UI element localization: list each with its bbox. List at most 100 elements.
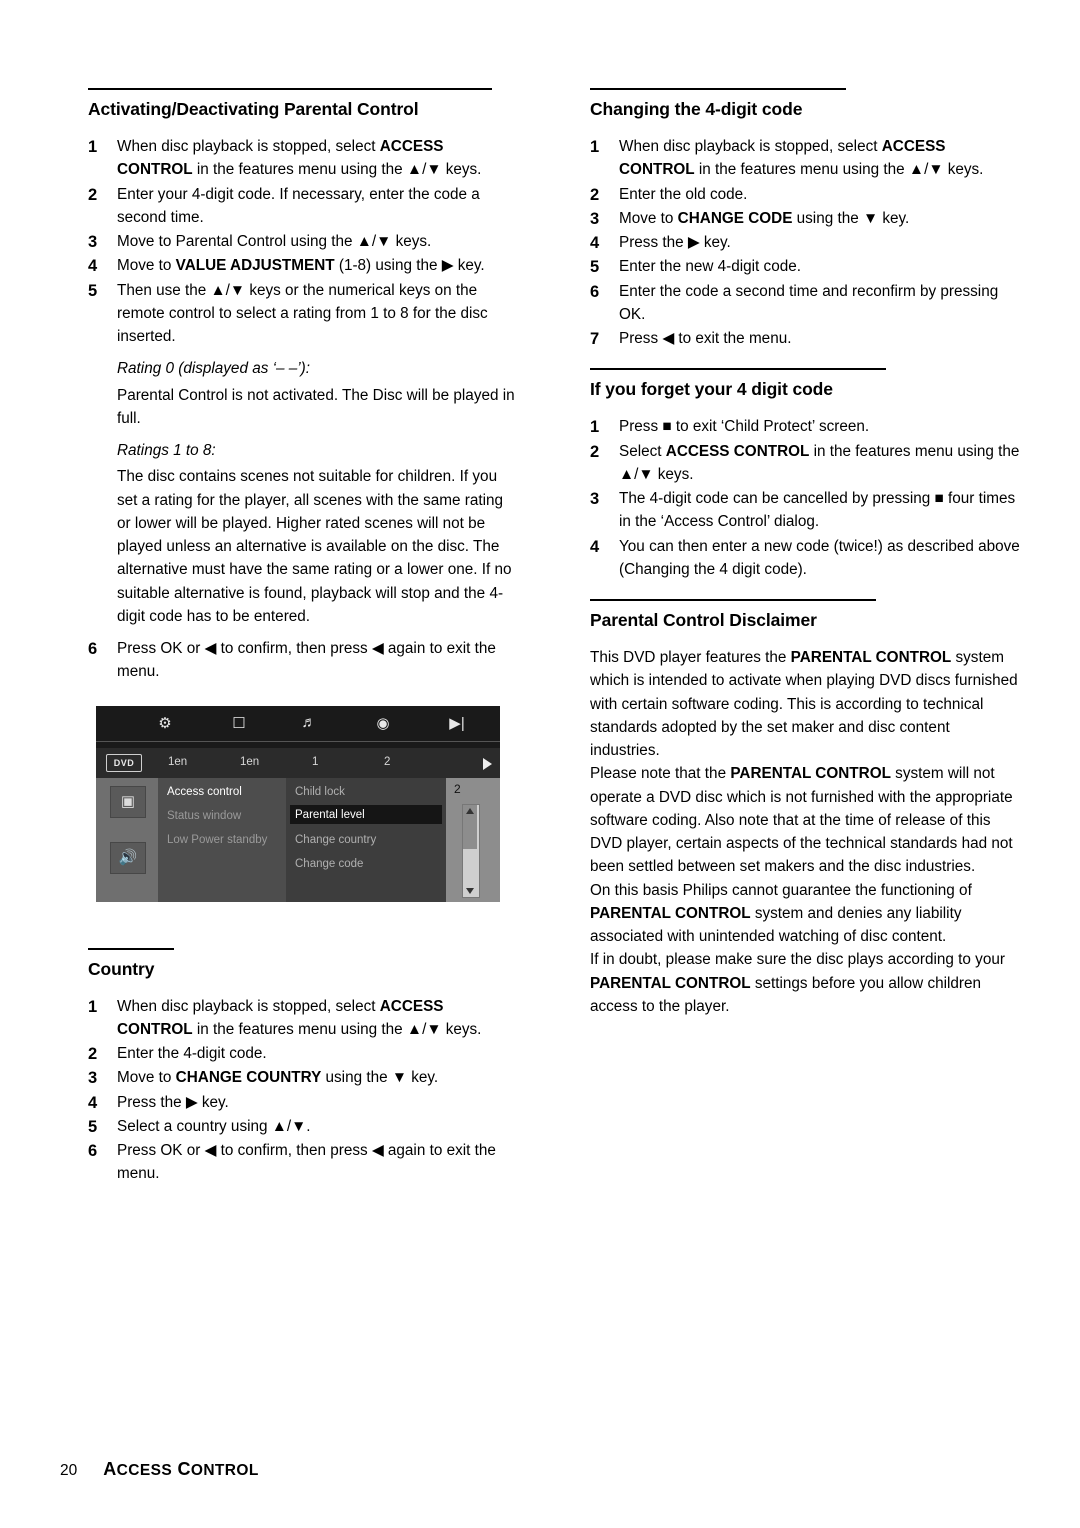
osd-menu-item-status-window[interactable]: Status window [167,810,241,822]
step-text: Press the ▶ key. [117,1093,229,1111]
step-text: Move to CHANGE CODE using the ▼ key. [619,209,910,227]
list-item: 1 Press ■ to exit ‘Child Protect’ screen. [590,415,1020,438]
disclaimer-paragraph: This DVD player features the PARENTAL CO… [590,649,1018,759]
step-text: Enter your 4-digit code. If necessary, e… [117,185,480,226]
section-rule [88,947,174,950]
step-text: Press ■ to exit ‘Child Protect’ screen. [619,418,870,436]
step-text: Then use the ▲/▼ keys or the numerical k… [117,281,488,346]
step-text: Move to Parental Control using the ▲/▼ k… [117,233,432,250]
steps-activating: 1 When disc playback is stopped, select A… [88,135,518,348]
osd-right-arrow-icon [483,757,492,770]
list-item: 1 When disc playback is stopped, select A… [88,995,518,1042]
disclaimer-paragraph: Please note that the PARENTAL CONTROL sy… [590,765,1013,876]
steps-changing-code: 1 When disc playback is stopped, select A… [590,135,1020,350]
step-number: 6 [88,640,98,658]
osd-sub-bar: 1en 1en 1 2 [96,747,500,778]
list-item: 6 Press OK or ◀ to confirm, then press ◀ … [88,637,518,684]
osd-sound-icon[interactable]: 🔊 [110,841,146,874]
page-footer: 20 ACCESS CONTROL [60,1459,259,1480]
step-text: Press the ▶ key. [619,234,731,251]
osd-scrollbar[interactable] [462,803,480,898]
list-item: 6 Press OK or ◀ to confirm, then press ◀ … [88,1139,518,1186]
osd-submenu-item-parental-level[interactable]: Parental level [295,809,365,821]
step-text: The 4-digit code can be cancelled by pre… [619,490,1016,531]
steps-activating-final: 6 Press OK or ◀ to confirm, then press ◀ … [88,637,518,684]
list-item: 3 Move to Parental Control using the ▲/▼ … [88,230,518,253]
osd-submenu-column: Child lock Parental level Change country… [286,777,446,902]
step-number: 5 [590,258,600,277]
page-number: 20 [60,1462,78,1479]
step-number: 7 [590,330,600,348]
step-text: Enter the code a second time and reconfi… [619,282,999,323]
list-item: 1 When disc playback is stopped, select A… [590,135,1020,182]
list-item: 3 Move to CHANGE COUNTRY using the ▼ key. [88,1066,518,1089]
section-rule [590,368,886,371]
footer-title-part: CCESS [116,1462,173,1479]
section-heading-disclaimer: Parental Control Disclaimer [590,610,817,630]
step-text: Press OK or ◀ to confirm, then press ◀ a… [117,640,496,681]
steps-country: 1 When disc playback is stopped, select A… [88,995,518,1186]
osd-picture-icon[interactable]: ▣ [110,785,146,818]
list-item: 5 Then use the ▲/▼ keys or the numerical … [88,279,518,349]
step-number: 1 [590,138,600,156]
step-number: 4 [88,257,98,276]
step-number: 4 [590,537,600,556]
osd-menu-item-low-power-standby[interactable]: Low Power standby [167,834,267,846]
step-number: 2 [88,185,98,204]
list-item: 4 You can then enter a new code (twice!) … [590,535,1020,582]
osd-sub-label: 1en [240,755,260,768]
step-number: 5 [88,281,98,300]
note-rating0-label: Rating 0 (displayed as ‘– –’): [117,360,311,378]
step-number: 1 [88,138,98,156]
section-heading-activating: Activating/Deactivating Parental Control [88,99,419,119]
step-number: 4 [88,1093,98,1112]
audio-icon: ♬ [301,713,317,731]
step-text: When disc playback is stopped, select AC… [117,997,482,1038]
list-item: 3 Move to CHANGE CODE using the ▼ key. [590,207,1020,230]
step-number: 3 [590,490,600,508]
steps-forgot-code: 1 Press ■ to exit ‘Child Protect’ screen.… [590,415,1020,581]
disclaimer-paragraph: On this basis Philips cannot guarantee t… [590,881,972,946]
osd-sub-label: 1 [312,755,319,768]
osd-submenu-item-change-country[interactable]: Change country [295,834,376,846]
step-number: 4 [590,234,600,252]
list-item: 2 Enter your 4-digit code. If necessary, … [88,183,518,230]
chevron-up-icon[interactable] [466,807,474,814]
right-column: Changing the 4-digit code 1 When disc pla… [590,88,1020,1018]
list-item: 4 Press the ▶ key. [590,231,1020,254]
osd-screenshot: ⚙ ☐ ♬ ◉ ▶| 1en 1en 1 2 DVD ▣ 🔊 Access co… [96,705,500,902]
step-number: 1 [590,418,600,437]
step-text: Enter the old code. [619,185,748,203]
note-ratings-label: Ratings 1 to 8: [117,442,216,459]
footer-title-part: ONTROL [190,1462,259,1479]
osd-divider [96,740,500,742]
list-item: 2 Enter the 4-digit code. [88,1042,518,1065]
osd-sub-label: 2 [384,755,391,768]
osd-menu-item-access-control[interactable]: Access control [167,786,242,798]
section-rule [88,88,492,90]
step-number: 6 [590,282,600,301]
section-rule [590,599,876,601]
footer-title-part: A [103,1459,117,1479]
exit-icon: ▶| [449,714,465,732]
note-ratings-body: The disc contains scenes not suitable fo… [117,468,512,625]
step-number: 3 [590,209,600,228]
section-heading-forgot-code: If you forget your 4 digit code [590,379,833,400]
step-number: 6 [88,1142,98,1160]
osd-submenu-item-change-code[interactable]: Change code [295,858,363,870]
list-item: 3 The 4-digit code can be cancelled by pr… [590,487,1020,534]
step-text: Enter the 4-digit code. [117,1045,267,1062]
step-number: 5 [88,1117,98,1136]
step-number: 3 [88,233,98,251]
osd-menu-column: Access control Status window Low Power s… [158,777,286,902]
step-text: Move to VALUE ADJUSTMENT (1-8) using the… [117,257,485,275]
step-text: Select ACCESS CONTROL in the features me… [619,442,1020,483]
chevron-down-icon[interactable] [466,887,474,894]
osd-submenu-item-child-lock[interactable]: Child lock [295,786,345,798]
list-item: 6 Enter the code a second time and reconf… [590,280,1020,327]
step-number: 2 [590,185,600,204]
note-rating0-body: Parental Control is not activated. The D… [117,386,515,427]
step-text: Move to CHANGE COUNTRY using the ▼ key. [117,1069,439,1087]
section-heading-country: Country [88,958,155,979]
osd-value: 2 [454,781,461,796]
